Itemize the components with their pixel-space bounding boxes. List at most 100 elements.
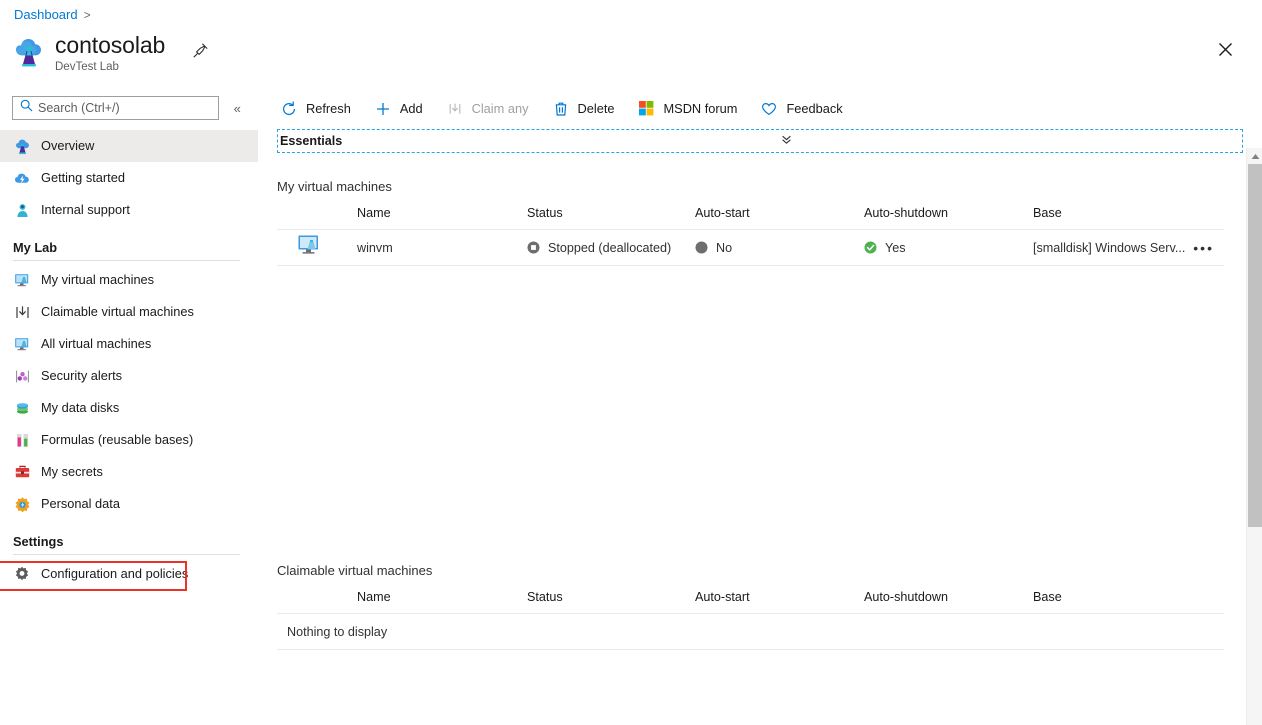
sidebar-item-label: Configuration and policies <box>41 566 188 582</box>
toolbar-label: Feedback <box>786 101 842 116</box>
stopped-gray-icon <box>527 241 540 254</box>
column-header-name: Name <box>357 206 527 220</box>
filled-gray-circle-icon <box>695 241 708 254</box>
download-claim-icon <box>13 303 31 321</box>
virtual-machine-icon <box>13 271 31 289</box>
claim-any-button[interactable]: Claim any <box>443 95 539 123</box>
more-actions-icon[interactable]: ••• <box>1189 240 1218 256</box>
sidebar-item-formulas[interactable]: Formulas (reusable bases) <box>0 424 258 456</box>
chevron-double-down-icon[interactable] <box>781 134 792 147</box>
sidebar-item-personal-data[interactable]: Personal data <box>0 488 258 520</box>
page-subtitle: DevTest Lab <box>55 60 165 75</box>
sidebar-item-label: Security alerts <box>41 368 122 384</box>
sidebar-item-claimable-virtual-machines[interactable]: Claimable virtual machines <box>0 296 258 328</box>
search-box[interactable] <box>12 96 219 120</box>
formulas-test-tubes-icon <box>13 431 31 449</box>
column-header-auto-shutdown: Auto-shutdown <box>864 590 1033 604</box>
azure-portal-blade: Dashboard > contosolab DevTest Lab <box>0 0 1262 725</box>
table-row[interactable]: winvm Stopped (deallocated) No <box>277 230 1224 266</box>
cell-base: [smalldisk] Windows Serv... ••• <box>1033 240 1224 256</box>
cell-status-text: Stopped (deallocated) <box>548 241 671 255</box>
vertical-scrollbar[interactable] <box>1246 148 1262 725</box>
column-header-auto-start: Auto-start <box>695 590 864 604</box>
column-header-status: Status <box>527 206 695 220</box>
refresh-icon <box>279 99 299 119</box>
delete-button[interactable]: Delete <box>549 95 625 123</box>
sidebar-item-label: Claimable virtual machines <box>41 304 194 320</box>
toolbar-label: Add <box>400 101 423 116</box>
page-header: contosolab DevTest Lab <box>12 32 210 75</box>
sidebar-item-configuration-and-policies[interactable]: Configuration and policies <box>0 558 258 590</box>
sidebar-group-title-settings: Settings <box>0 520 258 554</box>
sidebar-item-label: My data disks <box>41 400 119 416</box>
chevron-double-left-icon[interactable]: « <box>227 97 248 119</box>
cell-auto-start: No <box>695 241 864 255</box>
cell-name: winvm <box>357 241 527 255</box>
claimable-vms-table: Name Status Auto-start Auto-shutdown Bas… <box>277 578 1224 650</box>
sidebar-item-label: Formulas (reusable bases) <box>41 432 193 448</box>
sidebar-item-label: My virtual machines <box>41 272 154 288</box>
sidebar-item-label: Personal data <box>41 496 120 512</box>
refresh-button[interactable]: Refresh <box>277 95 361 123</box>
column-header-auto-shutdown: Auto-shutdown <box>864 206 1033 220</box>
sidebar-item-security-alerts[interactable]: Security alerts <box>0 360 258 392</box>
sidebar-item-internal-support[interactable]: Internal support <box>0 194 258 226</box>
search-icon <box>20 99 33 117</box>
personal-data-gear-icon <box>13 495 31 513</box>
virtual-machine-icon <box>297 233 323 262</box>
sidebar-item-overview[interactable]: Overview <box>0 130 258 162</box>
check-green-circle-icon <box>864 241 877 254</box>
getting-started-icon <box>13 169 31 187</box>
page-title: contosolab <box>55 32 165 59</box>
column-header-auto-start: Auto-start <box>695 206 864 220</box>
pin-icon[interactable] <box>190 40 210 60</box>
close-icon[interactable] <box>1214 38 1236 60</box>
plus-icon <box>373 99 393 119</box>
essentials-expander[interactable]: Essentials <box>277 129 1243 153</box>
sidebar-group-title-my-lab: My Lab <box>0 226 258 260</box>
msdn-forum-button[interactable]: MSDN forum <box>635 95 748 123</box>
breadcrumb-separator: > <box>84 8 91 22</box>
command-bar: Refresh Add Claim any <box>258 92 1262 125</box>
breadcrumb: Dashboard > <box>14 7 91 22</box>
security-alert-icon <box>13 367 31 385</box>
sidebar-item-label: Internal support <box>41 202 130 218</box>
toolbar-label: Refresh <box>306 101 351 116</box>
data-disk-icon <box>13 399 31 417</box>
sidebar-divider <box>13 260 240 261</box>
sidebar-item-label: All virtual machines <box>41 336 151 352</box>
cell-base-text: [smalldisk] Windows Serv... <box>1033 241 1185 255</box>
search-input[interactable] <box>38 101 208 115</box>
microsoft-logo-icon <box>637 99 657 119</box>
trash-icon <box>551 99 571 119</box>
sidebar: « Overview <box>0 92 258 725</box>
sidebar-item-label: Overview <box>41 138 94 154</box>
internal-support-person-icon <box>13 201 31 219</box>
column-header-name: Name <box>357 590 527 604</box>
cell-auto-shutdown: Yes <box>864 241 1033 255</box>
table-header-row: Name Status Auto-start Auto-shutdown Bas… <box>277 578 1224 614</box>
add-button[interactable]: Add <box>371 95 433 123</box>
heart-icon <box>759 99 779 119</box>
scrollbar-thumb[interactable] <box>1248 164 1262 527</box>
row-vm-icon-cell <box>277 233 357 262</box>
sidebar-item-my-data-disks[interactable]: My data disks <box>0 392 258 424</box>
sidebar-item-getting-started[interactable]: Getting started <box>0 162 258 194</box>
sidebar-search-row: « <box>0 92 258 124</box>
sidebar-item-my-secrets[interactable]: My secrets <box>0 456 258 488</box>
devtest-lab-cloud-flask-icon <box>12 36 46 70</box>
toolbar-label: Delete <box>578 101 615 116</box>
breadcrumb-item-dashboard[interactable]: Dashboard <box>14 7 78 22</box>
feedback-button[interactable]: Feedback <box>757 95 852 123</box>
sidebar-item-my-virtual-machines[interactable]: My virtual machines <box>0 264 258 296</box>
main-content: Refresh Add Claim any <box>258 92 1262 725</box>
sidebar-item-label: My secrets <box>41 464 103 480</box>
virtual-machine-icon <box>13 335 31 353</box>
gear-icon <box>13 565 31 583</box>
toolbar-label: Claim any <box>472 101 529 116</box>
sidebar-item-label: Getting started <box>41 170 125 186</box>
empty-state-row: Nothing to display <box>277 614 1224 650</box>
sidebar-item-all-virtual-machines[interactable]: All virtual machines <box>0 328 258 360</box>
column-header-status: Status <box>527 590 695 604</box>
scroll-up-arrow-icon[interactable] <box>1247 148 1262 164</box>
